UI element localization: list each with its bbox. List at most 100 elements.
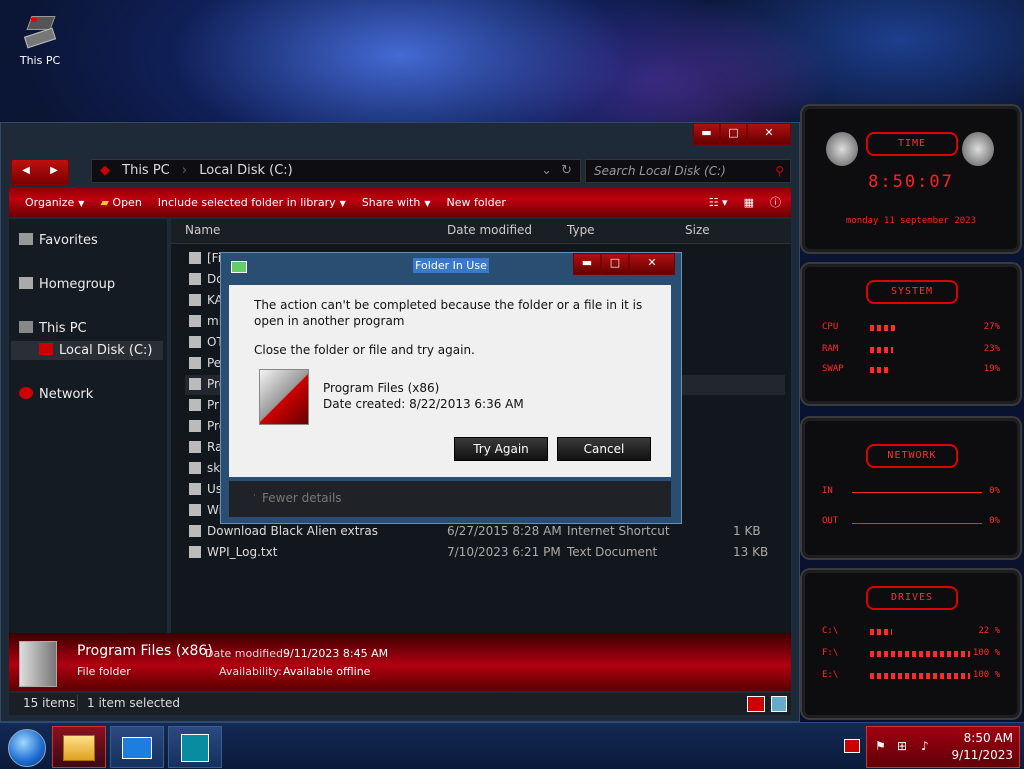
chevron-up-icon[interactable]: ·	[253, 491, 256, 501]
refresh-icon[interactable]: ↻	[561, 160, 572, 182]
swap-bar	[870, 367, 889, 373]
folder-icon	[19, 641, 57, 687]
drives-gadget: DRIVES C:\ 22 % F:\ 100 % E:\ 100 %	[800, 568, 1022, 720]
help-icon[interactable]: ⓘ	[770, 194, 781, 210]
dialog-body: The action can't be completed because th…	[229, 285, 671, 477]
drives-title: DRIVES	[866, 586, 958, 610]
mail-icon	[122, 737, 152, 759]
organize-menu[interactable]: Organize ▼	[25, 196, 84, 209]
sidebar-item-favorites[interactable]: Favorites	[19, 233, 98, 248]
dialog-file-created: Date created: 8/22/2013 6:36 AM	[323, 397, 524, 411]
column-size[interactable]: Size	[685, 223, 710, 237]
new-folder-button[interactable]: New folder	[447, 196, 506, 209]
dialog-message: The action can't be completed because th…	[254, 298, 643, 328]
open-button[interactable]: ▰ Open	[100, 196, 141, 209]
include-in-library-menu[interactable]: Include selected folder in library ▼	[158, 196, 346, 209]
cell-size: 1 KB	[733, 524, 761, 538]
dialog-minimize-button[interactable]: ▬	[573, 253, 601, 275]
cell-name: Pr	[207, 398, 219, 412]
details-avail-value: Available offline	[283, 665, 371, 678]
gadget-clock: 8:50:07	[868, 172, 954, 192]
dialog-window-controls: ▬ □ ✕	[573, 253, 677, 275]
homegroup-icon	[19, 277, 33, 289]
cell-date: 7/10/2023 6:21 PM	[447, 545, 561, 559]
volume-icon[interactable]: ♪	[921, 739, 929, 753]
item-count: 15 items	[23, 696, 76, 710]
sidebar-item-homegroup[interactable]: Homegroup	[19, 277, 115, 292]
system-title: SYSTEM	[866, 280, 958, 304]
large-icons-view-icon[interactable]	[771, 696, 787, 712]
drive-c-row: C:\ 22 %	[822, 626, 1000, 636]
sidebar-item-network[interactable]: Network	[19, 387, 93, 402]
taskbar-date: 9/11/2023	[951, 748, 1013, 762]
search-icon[interactable]: ⚲	[775, 160, 784, 182]
dialog-close-button[interactable]: ✕	[629, 253, 675, 275]
status-divider	[77, 695, 78, 711]
dialog-footer: · Fewer details	[229, 481, 671, 517]
taskbar-app-button[interactable]	[168, 726, 222, 768]
close-button[interactable]: ✕	[746, 123, 792, 145]
start-button[interactable]	[8, 729, 46, 767]
table-row[interactable]: Download Black Alien extras 6/27/2015 8:2…	[185, 522, 785, 542]
details-view-icon[interactable]	[747, 696, 765, 712]
file-icon	[189, 462, 201, 474]
chevron-down-icon[interactable]: ⌄	[541, 160, 552, 182]
file-icon	[189, 441, 201, 453]
share-with-menu[interactable]: Share with ▼	[362, 196, 431, 209]
file-icon	[189, 546, 201, 558]
network-tray-icon[interactable]: ⊞	[897, 739, 907, 753]
dialog-file-info: Program Files (x86) Date created: 8/22/2…	[323, 380, 524, 412]
breadcrumb-local-disk[interactable]: Local Disk (C:)	[199, 163, 292, 178]
sidebar-item-local-disk[interactable]: Local Disk (C:)	[11, 341, 163, 360]
time-title: TIME	[866, 132, 958, 156]
table-row[interactable]: WPI_Log.txt 7/10/2023 6:21 PM Text Documen…	[185, 543, 785, 563]
sidebar-item-this-pc[interactable]: This PC	[19, 321, 87, 336]
taskbar-mail-button[interactable]	[110, 726, 164, 768]
column-type[interactable]: Type	[567, 223, 595, 237]
system-tray: ⚑ ⊞ ♪ 8:50 AM 9/11/2023	[866, 726, 1020, 768]
status-bar: 15 items 1 item selected	[9, 693, 791, 715]
show-hidden-icons-button[interactable]	[844, 739, 860, 753]
computer-icon	[23, 12, 57, 50]
view-options-icon[interactable]: ☷ ▾	[709, 196, 728, 209]
file-icon	[189, 357, 201, 369]
drive-icon: ◆	[100, 163, 110, 178]
cancel-button[interactable]: Cancel	[557, 437, 651, 461]
details-pane: Program Files (x86) File folder Date mod…	[9, 633, 791, 691]
nav-buttons: ◀ ▶	[11, 159, 69, 185]
selected-count: 1 item selected	[87, 696, 181, 710]
drive-e-row: E:\ 100 %	[822, 670, 1000, 680]
network-title: NETWORK	[866, 444, 958, 468]
cell-size: 13 KB	[733, 545, 769, 559]
file-icon	[189, 315, 201, 327]
address-bar[interactable]: ◆ This PC › Local Disk (C:) ⌄ ↻	[91, 159, 581, 183]
try-again-button[interactable]: Try Again	[454, 437, 548, 461]
fewer-details-toggle[interactable]: Fewer details	[262, 491, 342, 505]
details-date-value: 9/11/2023 8:45 AM	[283, 647, 389, 660]
preview-pane-icon[interactable]: ▦	[744, 196, 754, 209]
dialog-maximize-button[interactable]: □	[601, 253, 629, 275]
cpu-bar	[870, 325, 897, 331]
column-date-modified[interactable]: Date modified	[447, 223, 532, 237]
dialog-instruction: Close the folder or file and try again.	[254, 343, 475, 357]
details-date-label: Date modified:	[205, 647, 287, 660]
dialog-file-name: Program Files (x86)	[323, 381, 440, 395]
file-icon	[189, 273, 201, 285]
minimize-button[interactable]: ▬	[693, 123, 720, 145]
drive-f-row: F:\ 100 %	[822, 648, 1000, 658]
desktop-icon-label: This PC	[19, 54, 61, 67]
maximize-button[interactable]: □	[719, 123, 747, 145]
flag-icon[interactable]: ⚑	[875, 739, 886, 753]
file-icon	[189, 294, 201, 306]
back-button[interactable]: ◀	[12, 160, 40, 184]
cell-name: Download Black Alien extras	[207, 524, 378, 538]
taskbar-explorer-button[interactable]	[52, 726, 106, 768]
column-name[interactable]: Name	[185, 223, 220, 237]
cell-name: [Fi	[207, 251, 222, 265]
taskbar-clock[interactable]: 8:50 AM 9/11/2023	[951, 730, 1013, 764]
desktop-icon-this-pc[interactable]: This PC	[14, 12, 66, 67]
forward-button[interactable]: ▶	[40, 160, 68, 184]
breadcrumb-this-pc[interactable]: This PC	[122, 163, 170, 178]
search-input[interactable]: Search Local Disk (C:) ⚲	[585, 159, 791, 183]
taskbar: ⚑ ⊞ ♪ 8:50 AM 9/11/2023	[0, 722, 1024, 769]
